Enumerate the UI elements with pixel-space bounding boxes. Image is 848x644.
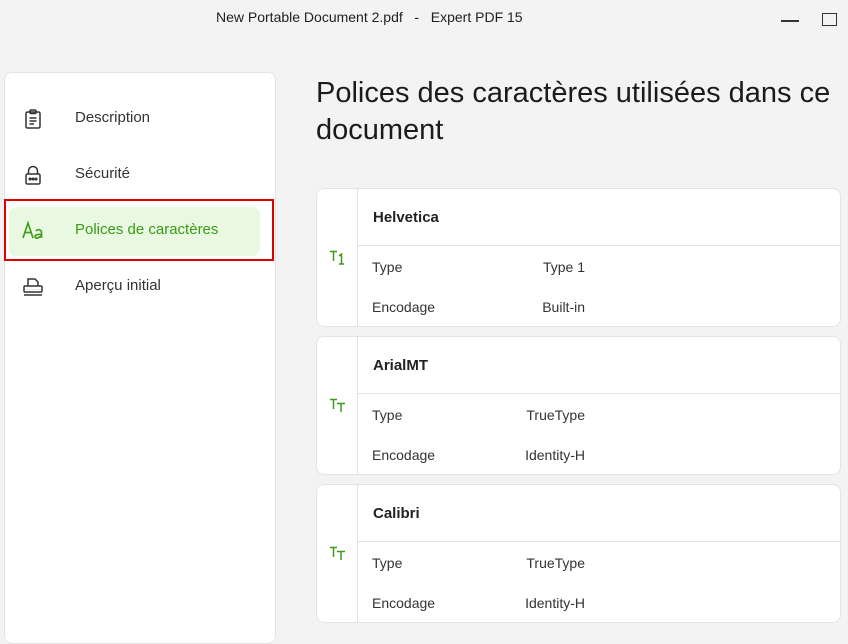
type-value: Type 1 <box>542 259 585 275</box>
sidebar-item-description[interactable]: Description <box>5 91 275 147</box>
divider <box>358 245 840 246</box>
encoding-label: Encodage <box>372 447 436 463</box>
window-title: New Portable Document 2.pdf - Expert PDF… <box>216 9 523 25</box>
type-label: Type <box>372 259 403 275</box>
title-bar: New Portable Document 2.pdf - Expert PDF… <box>0 0 848 36</box>
font-icon-column <box>317 189 358 326</box>
sidebar-item-label: Polices de caractères <box>75 221 219 238</box>
encoding-label: Encodage <box>372 299 436 315</box>
encoding-value: Identity-H <box>525 595 585 611</box>
encoding-value: Built-in <box>542 299 585 315</box>
font-card: Calibri Type TrueType Encodage Identity-… <box>316 484 841 623</box>
font-name: ArialMT <box>373 357 429 374</box>
encoding-value: Identity-H <box>525 447 585 463</box>
divider <box>358 393 840 394</box>
type-value: TrueType <box>526 555 585 571</box>
font-name: Helvetica <box>373 209 439 226</box>
printer-view-icon <box>21 275 45 299</box>
font-card: ArialMT Type TrueType Encodage Identity-… <box>316 336 841 475</box>
clipboard-icon <box>21 107 45 131</box>
font-name: Calibri <box>373 505 420 522</box>
type1-font-icon <box>329 249 349 265</box>
font-aa-icon <box>21 219 45 243</box>
type-label: Type <box>372 407 403 423</box>
sidebar-item-label: Description <box>75 109 151 126</box>
lock-icon <box>21 163 45 187</box>
sidebar-item-security[interactable]: Sécurité <box>5 147 275 203</box>
divider <box>358 541 840 542</box>
sidebar-item-fonts[interactable]: Polices de caractères <box>5 203 275 259</box>
truetype-font-icon <box>329 397 349 413</box>
truetype-font-icon <box>329 545 349 561</box>
encoding-label: Encodage <box>372 595 436 611</box>
font-icon-column <box>317 485 358 622</box>
sidebar-item-initial-view[interactable]: Aperçu initial <box>5 259 275 315</box>
minimize-button[interactable] <box>778 8 802 30</box>
sidebar: Description Sécurité Polices de caractèr… <box>4 72 276 644</box>
type-value: TrueType <box>526 407 585 423</box>
sidebar-item-label: Aperçu initial <box>75 277 161 294</box>
page-title: Polices des caractères utilisées dans ce… <box>316 77 831 146</box>
maximize-button[interactable] <box>818 8 842 30</box>
type-label: Type <box>372 555 403 571</box>
font-icon-column <box>317 337 358 474</box>
font-card: Helvetica Type Type 1 Encodage Built-in <box>316 188 841 327</box>
sidebar-item-label: Sécurité <box>75 165 131 182</box>
